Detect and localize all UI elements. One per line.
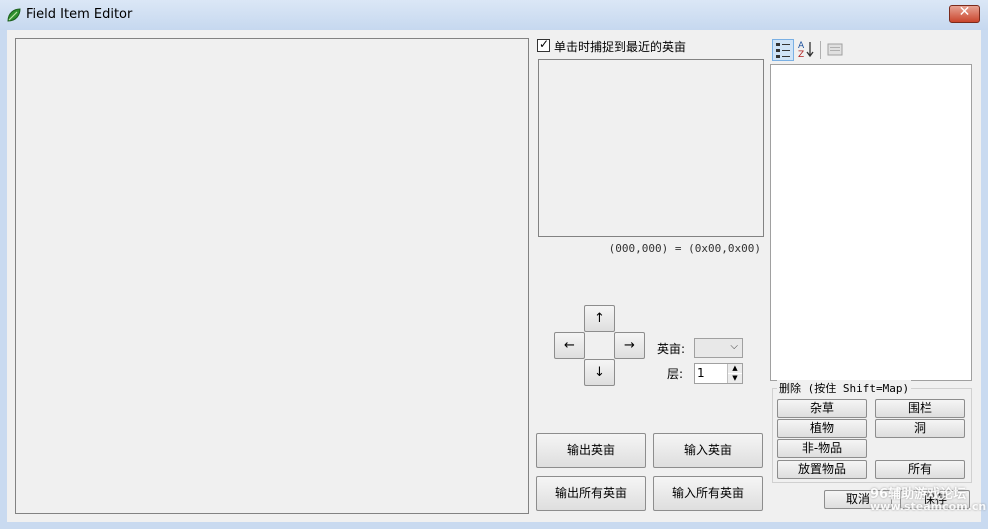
arrow-left-icon: ← <box>564 338 575 353</box>
layer-label: 层: <box>667 367 684 381</box>
delete-weeds-button[interactable]: 杂草 <box>777 399 867 418</box>
move-left-button[interactable]: ← <box>554 332 585 359</box>
stepper-up-icon[interactable]: ▲ <box>728 364 742 373</box>
sort-az-icon: A Z <box>798 41 814 60</box>
chevron-down-icon: ⌵ <box>730 341 738 352</box>
delete-holes-button[interactable]: 洞 <box>875 419 965 438</box>
alphabetical-view-button[interactable]: A Z <box>796 39 818 61</box>
acre-preview[interactable] <box>538 59 764 237</box>
coordinates-readout: (000,000) = (0x00,0x00) <box>608 242 761 255</box>
import-all-acres-button[interactable]: 输入所有英亩 <box>653 476 763 511</box>
arrow-down-icon: ↓ <box>594 365 605 380</box>
delete-placed-items-button[interactable]: 放置物品 <box>777 460 867 479</box>
field-map-canvas[interactable] <box>15 38 529 514</box>
acre-select[interactable]: ⌵ <box>694 338 743 358</box>
export-all-acres-button[interactable]: 输出所有英亩 <box>536 476 646 511</box>
editor-client-area: ✓ 单击时捕捉到最近的英亩 (000,000) = (0x00,0x00) ↑ … <box>7 30 986 522</box>
window-title: Field Item Editor <box>26 7 133 22</box>
move-up-button[interactable]: ↑ <box>584 305 615 332</box>
delete-all-button[interactable]: 所有 <box>875 460 965 479</box>
snap-checkbox-label: 单击时捕捉到最近的英亩 <box>554 40 687 54</box>
leaf-icon <box>7 8 21 22</box>
arrow-up-icon: ↑ <box>594 311 605 326</box>
close-button[interactable]: ✕ <box>949 4 980 23</box>
stepper-buttons: ▲ ▼ <box>727 364 742 383</box>
delete-group-title: 删除 (按住 Shift=Map) <box>777 380 912 396</box>
stepper-down-icon[interactable]: ▼ <box>728 374 742 383</box>
property-pages-button[interactable] <box>825 39 847 61</box>
move-down-button[interactable]: ↓ <box>584 359 615 386</box>
delete-non-items-button[interactable]: 非-物品 <box>777 439 867 458</box>
property-grid[interactable] <box>770 64 972 381</box>
title-bar[interactable]: Field Item Editor ✕ <box>0 0 988 30</box>
svg-text:Z: Z <box>798 50 804 59</box>
close-icon: ✕ <box>958 4 971 20</box>
snap-checkbox[interactable]: ✓ <box>537 37 550 52</box>
check-icon: ✓ <box>539 37 550 51</box>
arrow-right-icon: → <box>624 338 635 353</box>
app-window: Field Item Editor ✕ ✓ 单击时捕捉到最近的英亩 (000,0… <box>0 0 988 529</box>
delete-fences-button[interactable]: 围栏 <box>875 399 965 418</box>
categorized-view-button[interactable] <box>772 39 794 61</box>
property-pages-icon <box>827 43 843 56</box>
acre-label: 英亩: <box>657 342 686 356</box>
layer-stepper[interactable]: 1 ▲ ▼ <box>694 363 743 384</box>
layer-value: 1 <box>697 366 705 380</box>
categorized-icon <box>776 43 790 58</box>
toolbar-separator <box>820 41 821 59</box>
export-acre-button[interactable]: 输出英亩 <box>536 433 646 468</box>
watermark-url: www.steamcom.cn <box>870 500 987 513</box>
delete-plants-button[interactable]: 植物 <box>777 419 867 438</box>
import-acre-button[interactable]: 输入英亩 <box>653 433 763 468</box>
property-grid-toolbar: A Z <box>770 39 850 61</box>
move-right-button[interactable]: → <box>614 332 645 359</box>
